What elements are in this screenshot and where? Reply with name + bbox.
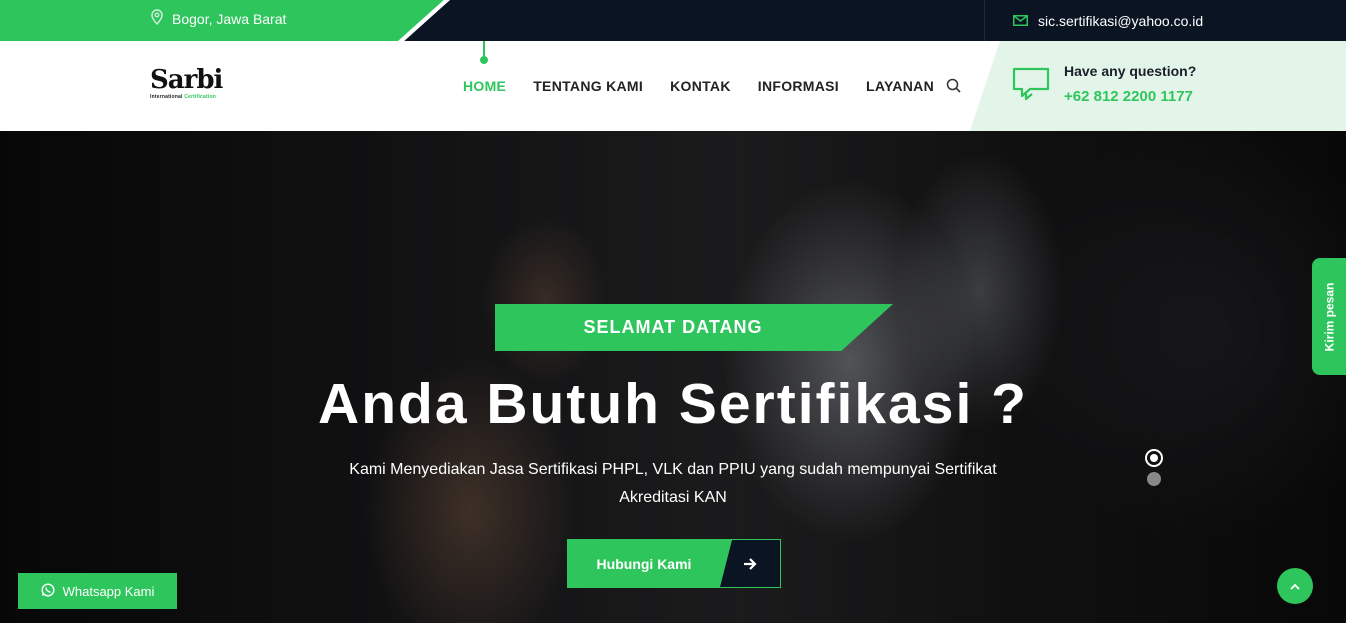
whatsapp-button[interactable]: Whatsapp Kami [18,573,177,609]
whatsapp-label: Whatsapp Kami [62,583,155,599]
send-message-tab[interactable]: Kirim pesan [1312,258,1346,375]
logo-subtitle: International Certification [150,94,222,100]
envelope-icon [1013,13,1028,29]
chat-bubbles-icon [1012,67,1050,108]
welcome-badge: SELAMAT DATANG [495,304,893,351]
logo-text: Sarbi [150,65,223,95]
welcome-badge-text: SELAMAT DATANG [583,317,763,337]
send-message-label: Kirim pesan [1322,282,1337,351]
email-text[interactable]: sic.sertifikasi@yahoo.co.id [1038,13,1203,29]
question-phone[interactable]: +62 812 2200 1177 [1064,88,1193,105]
search-icon[interactable] [946,78,962,99]
email-info[interactable]: sic.sertifikasi@yahoo.co.id [984,0,1346,41]
logo-subtitle-right: Certification [184,94,216,100]
hero-slider: SELAMAT DATANG Anda Butuh Sertifikasi ? … [0,131,1346,623]
location-info: Bogor, Jawa Barat [150,9,286,28]
question-title: Have any question? [1064,63,1197,79]
main-nav: HOME TENTANG KAMI KONTAK INFORMASI LAYAN… [463,41,934,131]
slider-dot-active[interactable] [1145,449,1163,467]
chevron-up-icon [1290,577,1300,595]
nav-informasi[interactable]: INFORMASI [758,78,839,94]
back-to-top-button[interactable] [1277,568,1313,604]
site-header: Sarbi International Certification HOME T… [0,41,1346,131]
site-logo[interactable]: Sarbi International Certification [150,65,223,100]
nav-kontak[interactable]: KONTAK [670,78,731,94]
nav-tentang-kami[interactable]: TENTANG KAMI [533,78,643,94]
nav-layanan[interactable]: LAYANAN [866,78,934,94]
map-pin-icon [150,9,164,28]
slider-dot[interactable] [1147,472,1161,486]
arrow-right-icon [720,540,780,587]
whatsapp-icon [41,582,55,600]
hero-subtitle: Kami Menyediakan Jasa Sertifikasi PHPL, … [349,461,997,506]
contact-us-label: Hubungi Kami [596,555,692,572]
contact-us-button[interactable]: Hubungi Kami [567,539,781,588]
logo-subtitle-left: International [150,94,183,100]
hero-title: Anda Butuh Sertifikasi ? [318,372,1028,436]
top-bar: Bogor, Jawa Barat sic.sertifikasi@yahoo.… [0,0,1346,41]
nav-home[interactable]: HOME [463,78,506,94]
location-text: Bogor, Jawa Barat [172,10,287,27]
